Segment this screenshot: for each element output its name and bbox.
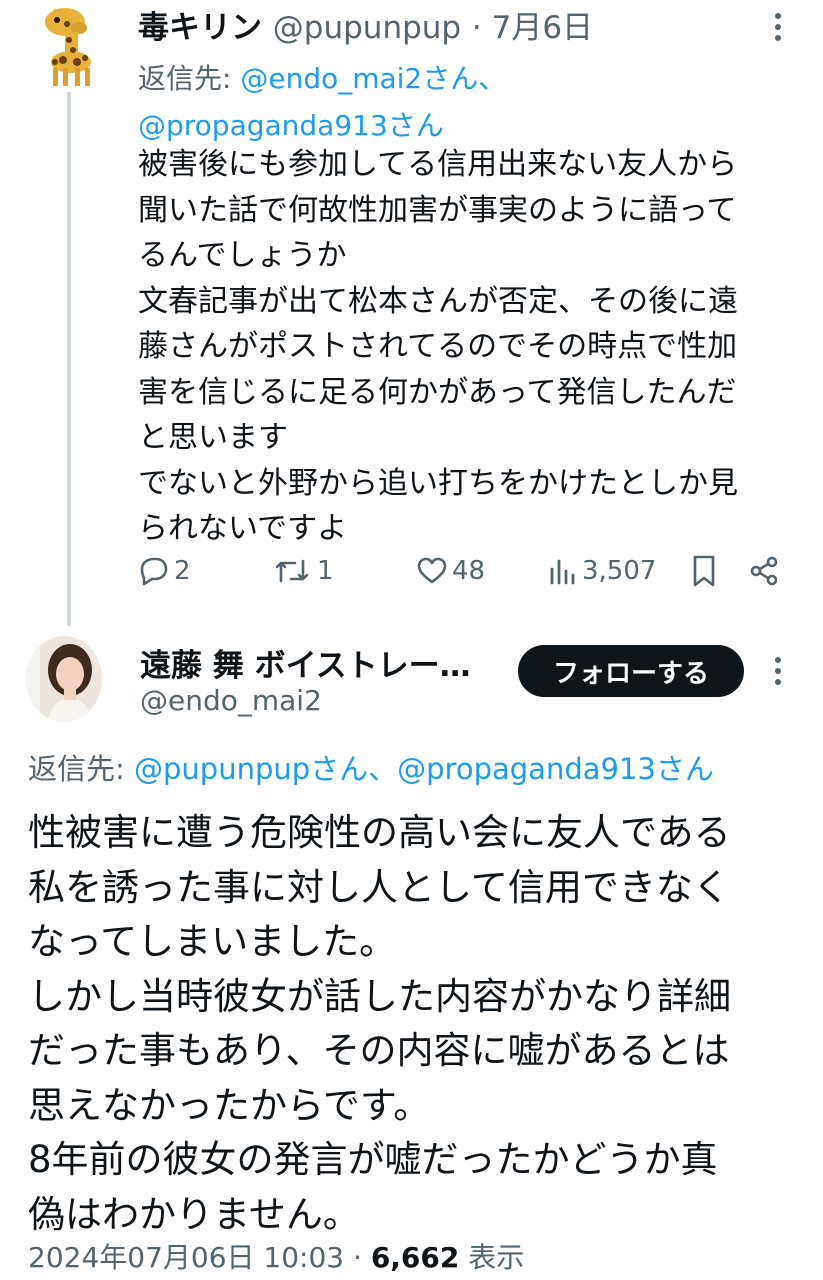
tweet2-author-name[interactable]: 遠藤 舞 ボイストレー… (140, 640, 471, 685)
person-avatar[interactable] (26, 636, 102, 722)
bookmark-icon[interactable] (690, 550, 718, 592)
tweet1-author-handle[interactable]: @pupunpup (273, 10, 461, 46)
more-icon[interactable] (770, 10, 786, 44)
views-count: 3,507 (582, 556, 657, 586)
tweet2-author-handle[interactable]: @endo_mai2 (140, 684, 322, 717)
retweet-count: 1 (317, 556, 334, 586)
reply-button[interactable]: 2 (138, 550, 191, 592)
tweet1-header: 毒キリン @pupunpup · 7月6日 (138, 2, 593, 47)
reply-count: 2 (174, 556, 191, 586)
tweet1-date[interactable]: · 7月6日 (472, 10, 593, 46)
views-label: 表示 (459, 1241, 525, 1274)
tweet2-body: 性被害に遭う危険性の高い会に友人である 私を誘った事に対し人として信用できなく … (28, 811, 731, 1236)
views-count: 6,662 (370, 1241, 460, 1274)
more-icon[interactable] (770, 654, 786, 688)
tweet-timestamp[interactable]: 2024年07月06日 10:03 · (28, 1241, 371, 1274)
reply-icon (138, 555, 170, 587)
share-icon[interactable] (748, 550, 780, 592)
tweet1-reply-to: 返信先: @endo_mai2さん、 @propaganda913さん (138, 55, 506, 149)
retweet-icon (273, 555, 313, 587)
tweet1-actions: 2 1 48 3,507 (138, 550, 788, 592)
reply-prefix: 返信先: (28, 752, 134, 786)
like-button[interactable]: 48 (416, 550, 485, 592)
tweet2-meta: 2024年07月06日 10:03 · 6,662 表示 (28, 1236, 524, 1276)
tweet1-body: 被害後にも参加してる信用出来ない友人から 聞いた話で何故性加害が事実のように語っ… (138, 147, 738, 546)
mention-link[interactable]: @propaganda913さん (138, 109, 444, 142)
like-count: 48 (452, 556, 486, 586)
giraffe-avatar[interactable] (35, 6, 101, 88)
thread-line (67, 92, 71, 626)
heart-icon (416, 555, 448, 587)
retweet-button[interactable]: 1 (273, 550, 334, 592)
mention-link[interactable]: @endo_mai2さん、 (240, 62, 506, 95)
follow-button[interactable]: フォローする (518, 645, 744, 697)
tweet2-reply-to: 返信先: @pupunpupさん、@propaganda913さん (28, 746, 714, 788)
views-button[interactable]: 3,507 (548, 550, 656, 592)
tweet1-author-name[interactable]: 毒キリン (138, 10, 262, 46)
views-icon (548, 555, 578, 587)
reply-prefix: 返信先: (138, 62, 241, 95)
mention-link[interactable]: @pupunpupさん、@propaganda913さん (134, 752, 714, 786)
